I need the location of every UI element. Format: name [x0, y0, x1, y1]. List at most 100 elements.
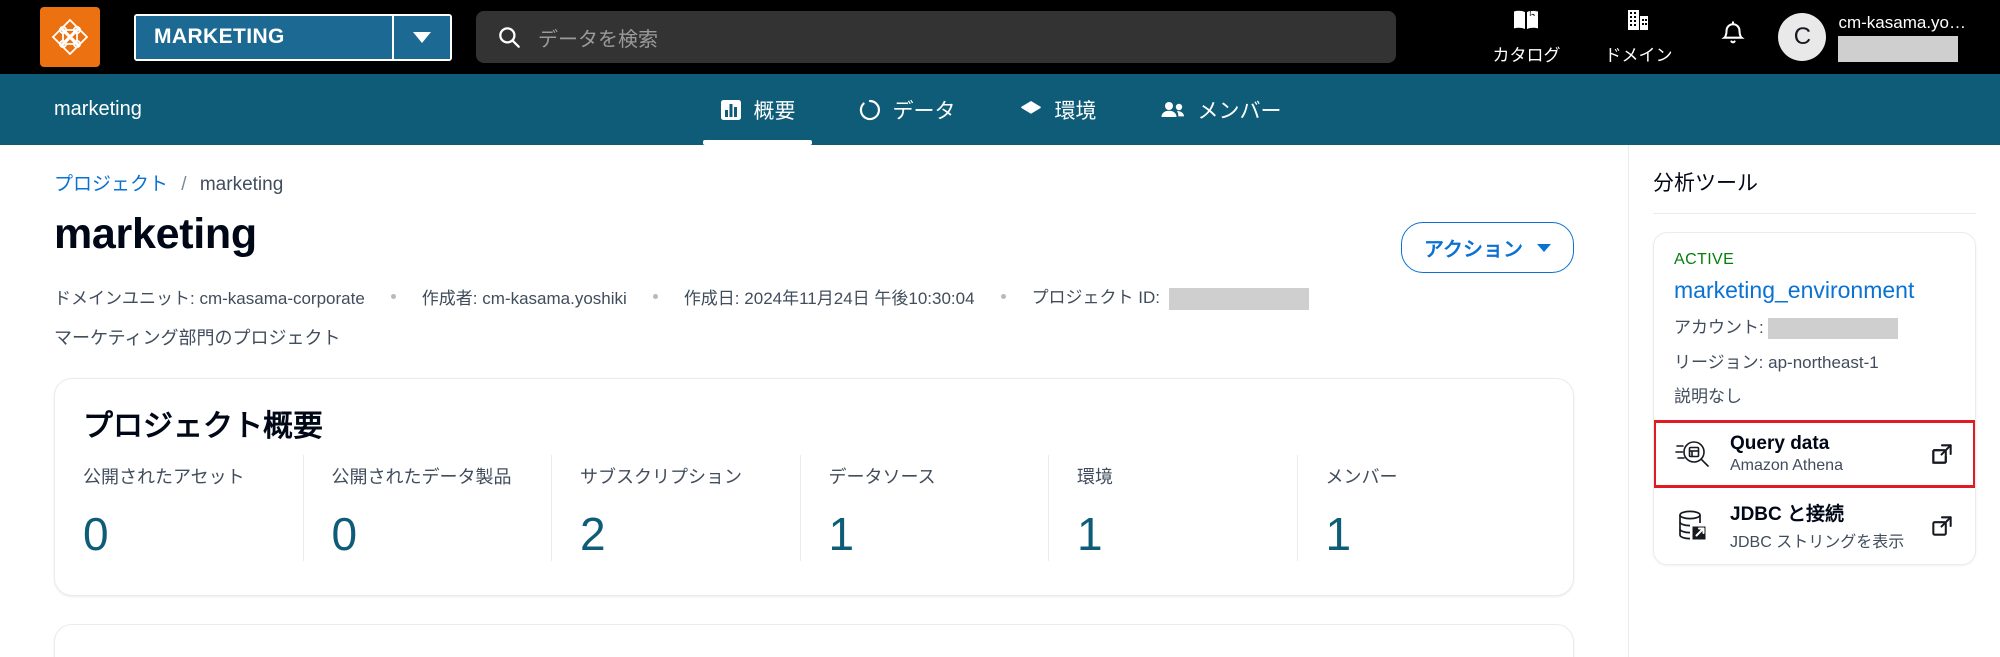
breadcrumb-separator: /	[181, 174, 187, 195]
database-connect-icon	[1674, 506, 1714, 546]
user-menu[interactable]: cm-kasama.yo…	[1838, 13, 1966, 62]
stat-label: 公開されたアセット	[83, 466, 245, 487]
analysis-tools-title: 分析ツール	[1653, 172, 1758, 195]
environment-card-body: ACTIVE marketing_environment アカウント: リージョ…	[1654, 233, 1975, 413]
redacted-user-detail	[1838, 35, 1959, 62]
tab-overview[interactable]: 概要	[702, 74, 812, 145]
breadcrumb-current: marketing	[199, 174, 284, 195]
page-title: marketing	[54, 210, 257, 258]
tab-data[interactable]: データ	[854, 74, 960, 145]
tool-jdbc-connect[interactable]: JDBC と接続 JDBC ストリングを表示	[1654, 487, 1975, 564]
project-overview-stats: 公開されたアセット 0 公開されたデータ製品 0 サブスクリプション 2 データ…	[55, 445, 1573, 595]
stat-value: 0	[331, 507, 358, 560]
environment-name-link[interactable]: marketing_environment	[1674, 277, 1955, 304]
meta-project-id: プロジェクト ID:	[1032, 283, 1309, 310]
chevron-down-icon	[1537, 243, 1551, 252]
actions-button-label: アクション	[1424, 239, 1523, 261]
project-description: マーケティング部門のプロジェクト	[54, 327, 341, 348]
environment-account: アカウント:	[1674, 313, 1955, 340]
top-header-bar: MARKETING データを検索 カタログ ドメイン C cm-kasama.y…	[0, 0, 2000, 74]
circle-arc-icon	[858, 98, 882, 122]
project-overview-card: プロジェクト概要 公開されたアセット 0 公開されたデータ製品 0 サブスクリプ…	[54, 377, 1574, 596]
environment-card: ACTIVE marketing_environment アカウント: リージョ…	[1653, 232, 1976, 566]
project-switcher[interactable]: MARKETING	[134, 13, 452, 61]
header-nav-catalog-label: カタログ	[1492, 46, 1561, 65]
stat-subscriptions: サブスクリプション 2	[551, 454, 800, 561]
meta-created-date-value: 2024年11月24日 午後10:30:04	[744, 288, 975, 308]
search-icon	[496, 24, 522, 50]
athena-query-icon	[1674, 434, 1714, 474]
tool-query-data-text: Query data Amazon Athena	[1730, 433, 1843, 475]
chevron-down-icon	[413, 31, 431, 43]
stat-value: 0	[83, 507, 109, 560]
stat-value: 1	[1325, 507, 1352, 560]
redacted-account-id	[1768, 318, 1899, 340]
user-name: cm-kasama.yo…	[1838, 12, 1966, 32]
redacted-project-id	[1168, 287, 1309, 310]
project-metadata: ドメインユニット: cm-kasama-corporate 作成者: cm-ka…	[0, 273, 1628, 310]
project-overview-title: プロジェクト概要	[83, 409, 323, 443]
stat-label: サブスクリプション	[580, 466, 742, 487]
stat-value: 2	[580, 507, 606, 560]
external-link-icon[interactable]	[1929, 513, 1955, 539]
meta-created-date: 作成日: 2024年11月24日 午後10:30:04	[684, 284, 975, 309]
meta-separator-dot	[390, 293, 396, 299]
tab-environment-label: 環境	[1054, 99, 1097, 123]
tool-query-data[interactable]: Query data Amazon Athena	[1654, 420, 1975, 489]
amazon-datazone-logo[interactable]	[40, 7, 100, 67]
tab-members[interactable]: メンバー	[1155, 74, 1286, 145]
page-title-row: marketing アクション	[0, 196, 1628, 273]
tab-data-label: データ	[892, 99, 956, 123]
status-badge: ACTIVE	[1674, 251, 1735, 268]
tab-overview-label: 概要	[753, 99, 796, 123]
project-switcher-label: MARKETING	[136, 15, 394, 59]
analysis-tools-panel: 分析ツール ACTIVE marketing_environment アカウント…	[1628, 145, 2000, 657]
global-search[interactable]: データを検索	[476, 11, 1396, 63]
panel-divider	[1653, 213, 1976, 214]
people-icon	[1159, 98, 1187, 122]
meta-domain-unit-value: cm-kasama-corporate	[199, 288, 365, 308]
avatar[interactable]: C	[1778, 13, 1827, 61]
meta-created-date-label: 作成日:	[683, 288, 740, 308]
stat-published-data-products: 公開されたデータ製品 0	[302, 454, 552, 561]
meta-domain-unit: ドメインユニット: cm-kasama-corporate	[54, 284, 365, 309]
header-nav-domain[interactable]: ドメイン	[1582, 8, 1694, 66]
meta-project-id-label: プロジェクト ID:	[1031, 288, 1161, 307]
environment-region-label: リージョン:	[1674, 353, 1764, 373]
external-link-icon[interactable]	[1929, 441, 1955, 467]
search-input-placeholder[interactable]: データを検索	[538, 23, 658, 52]
tool-subtitle: JDBC ストリングを表示	[1730, 534, 1905, 552]
meta-creator-label: 作成者:	[421, 288, 478, 308]
header-nav-catalog[interactable]: カタログ	[1470, 8, 1582, 66]
stat-label: 公開されたデータ製品	[331, 466, 512, 487]
environment-region: リージョン: ap-northeast-1	[1674, 348, 1955, 373]
secondary-card	[54, 623, 1574, 657]
stat-members: メンバー 1	[1296, 454, 1546, 561]
environment-region-value: ap-northeast-1	[1768, 353, 1879, 373]
tab-members-label: メンバー	[1197, 99, 1282, 123]
notifications-button[interactable]	[1694, 20, 1772, 54]
tool-title: Query data	[1730, 433, 1830, 455]
page-body: プロジェクト / marketing marketing アクション ドメインユ…	[0, 145, 2000, 657]
meta-separator-dot	[1000, 293, 1006, 299]
stat-label: データソース	[828, 466, 936, 487]
actions-button[interactable]: アクション	[1401, 222, 1574, 273]
stat-data-sources: データソース 1	[799, 454, 1049, 561]
layers-icon	[1018, 98, 1044, 122]
stat-label: 環境	[1077, 466, 1113, 487]
header-nav-domain-label: ドメイン	[1604, 46, 1673, 65]
tool-title: JDBC と接続	[1730, 504, 1845, 526]
project-switcher-toggle[interactable]	[394, 15, 450, 59]
stat-label: メンバー	[1325, 466, 1398, 487]
meta-creator: 作成者: cm-kasama.yoshiki	[422, 284, 627, 309]
meta-separator-dot	[652, 293, 658, 299]
book-icon	[1512, 8, 1540, 37]
meta-creator-value: cm-kasama.yoshiki	[482, 288, 627, 308]
breadcrumb-root[interactable]: プロジェクト	[54, 174, 168, 195]
meta-domain-unit-label: ドメインユニット:	[54, 288, 195, 308]
building-icon	[1625, 8, 1651, 37]
environment-description: 説明なし	[1674, 387, 1742, 407]
tab-environment[interactable]: 環境	[1014, 74, 1101, 145]
stat-environments: 環境 1	[1048, 454, 1297, 561]
main-content: プロジェクト / marketing marketing アクション ドメインユ…	[0, 145, 1628, 657]
